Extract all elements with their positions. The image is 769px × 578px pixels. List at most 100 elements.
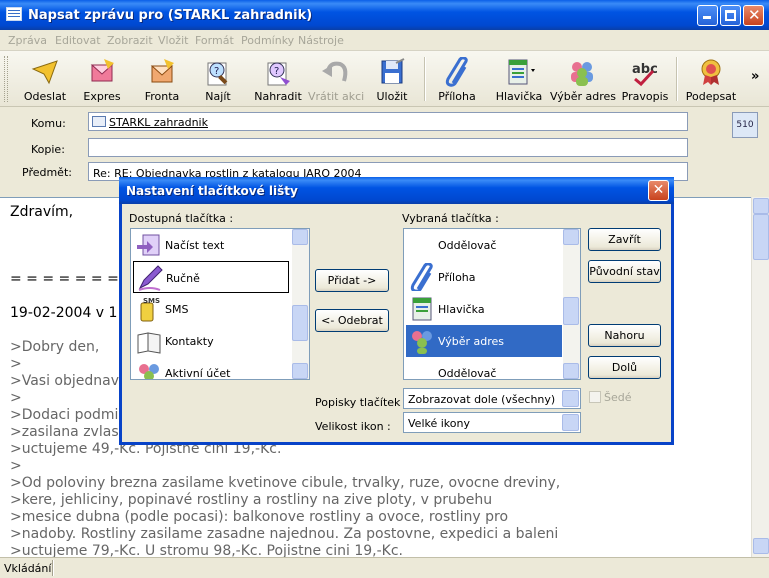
save-icon: [381, 58, 405, 84]
list-item-selected[interactable]: Výběr adres: [406, 325, 562, 357]
menu-item-zprava[interactable]: Zpráva: [8, 34, 47, 47]
menu-item-podminky[interactable]: Podmínky: [241, 34, 294, 47]
load-text-icon: [137, 234, 160, 256]
maximize-button[interactable]: [720, 5, 741, 26]
scroll-down-arrow[interactable]: [753, 538, 769, 554]
list-item[interactable]: SMS SMS: [133, 293, 291, 325]
menu-item-zobrazit[interactable]: Zobrazit: [107, 34, 153, 47]
body-line: >Dodaci podmin: [10, 407, 128, 423]
available-list-scrollbar[interactable]: [292, 229, 309, 379]
selected-buttons-list[interactable]: Oddělovač Příloha Hlavička Výběr adres O…: [403, 228, 581, 380]
body-line: >kere, jehliciny, popinavé rostliny a ro…: [10, 492, 493, 508]
find-icon: ?: [207, 62, 228, 86]
sign-icon: [701, 59, 721, 85]
minimize-button[interactable]: [697, 5, 718, 26]
body-line: >uctujeme 79,-Kc. U stromu 98,-Kc. Pojis…: [10, 543, 403, 557]
list-item[interactable]: Aktivní účet: [133, 357, 291, 379]
scroll-down-arrow[interactable]: [563, 363, 579, 379]
close-dialog-button[interactable]: Zavřít: [588, 228, 661, 251]
default-state-button[interactable]: Původní stav: [588, 260, 661, 283]
find-button[interactable]: ? Najít: [192, 53, 244, 105]
priority-badge[interactable]: 510: [732, 112, 758, 138]
status-text: Vkládání: [4, 562, 52, 575]
body-line: >: [10, 458, 22, 474]
status-divider: [52, 560, 54, 576]
scroll-up-arrow[interactable]: [753, 198, 769, 214]
list-item[interactable]: Oddělovač: [406, 229, 562, 261]
menu-item-editovat[interactable]: Editovat: [55, 34, 101, 47]
save-button[interactable]: Uložit: [366, 53, 418, 105]
body-line: >: [10, 356, 22, 372]
toolbar-more-chevron[interactable]: »: [751, 69, 759, 84]
remove-button[interactable]: <- Odebrat: [315, 309, 389, 332]
attachment-button[interactable]: Příloha: [430, 53, 484, 105]
spellcheck-icon: abc: [632, 62, 658, 87]
menu-item-vlozit[interactable]: Vložit: [158, 34, 188, 47]
dialog-close-button[interactable]: ✕: [648, 180, 669, 201]
move-down-button[interactable]: Dolů: [588, 356, 661, 379]
compose-window-icon: [6, 7, 22, 21]
window-title-bar[interactable]: Napsat zprávu pro (STARKL zahradnik) ✕: [0, 0, 769, 30]
chevron-down-icon[interactable]: [562, 414, 579, 431]
list-item[interactable]: Oddělovač: [406, 357, 562, 379]
menu-item-format[interactable]: Formát: [195, 34, 234, 47]
express-icon: [90, 59, 114, 82]
toolbar-separator: [676, 57, 678, 101]
scroll-thumb[interactable]: [563, 297, 579, 325]
sms-icon: SMS: [140, 297, 160, 322]
toolbar: Odeslat Expres Fronta ? Najít ? Nahradit…: [0, 51, 769, 107]
dialog-title-bar[interactable]: Nastavení tlačítkové lišty ✕: [119, 177, 674, 204]
cc-field[interactable]: [88, 138, 688, 157]
cc-label: Kopie:: [31, 143, 65, 156]
captions-select[interactable]: Zobrazovat dole (všechny): [403, 388, 581, 409]
move-up-button[interactable]: Nahoru: [588, 324, 661, 347]
toolbar-settings-dialog: Nastavení tlačítkové lišty ✕ Dostupná tl…: [119, 177, 674, 445]
to-recipient[interactable]: STARKL zahradnik: [109, 116, 208, 129]
close-button[interactable]: ✕: [743, 5, 764, 26]
scroll-up-arrow[interactable]: [563, 229, 579, 245]
body-line: >zasilana zvlast: [10, 424, 125, 440]
scroll-down-arrow[interactable]: [292, 363, 308, 379]
send-icon: [31, 60, 58, 85]
available-buttons-list[interactable]: Načíst text Ručně SMS SMS Kontakty Aktiv…: [130, 228, 310, 380]
list-item[interactable]: Načíst text: [133, 229, 291, 261]
status-bar: Vkládání: [0, 557, 769, 578]
scroll-up-arrow[interactable]: [292, 229, 308, 245]
list-item[interactable]: Příloha: [406, 261, 562, 293]
scroll-thumb[interactable]: [753, 214, 769, 260]
spellcheck-button[interactable]: abc Pravopis: [616, 53, 674, 105]
queue-button[interactable]: Fronta: [134, 53, 190, 105]
address-select-button[interactable]: Výběr adres: [550, 53, 616, 105]
list-item[interactable]: Hlavička: [406, 293, 562, 325]
gray-checkbox[interactable]: [589, 391, 601, 403]
contacts-icon: [137, 332, 161, 354]
undo-button[interactable]: Vrátit akci: [308, 53, 364, 105]
selected-list-scrollbar[interactable]: [563, 229, 580, 379]
active-account-icon: [139, 364, 159, 379]
scroll-thumb[interactable]: [292, 305, 308, 341]
express-button[interactable]: Expres: [74, 53, 130, 105]
header-button[interactable]: Hlavička: [490, 53, 548, 105]
menu-bar: Zpráva Editovat Zobrazit Vložit Formát P…: [0, 30, 769, 51]
replace-button[interactable]: ? Nahradit: [250, 53, 306, 105]
address-book-icon: [412, 331, 432, 354]
body-line: >Od poloviny brezna zasilame kvetinove c…: [10, 475, 561, 491]
sign-button[interactable]: Podepsat: [682, 53, 740, 105]
list-item[interactable]: Ručně: [133, 261, 289, 293]
list-item[interactable]: Kontakty: [133, 325, 291, 357]
subject-label: Předmět:: [22, 166, 72, 179]
chevron-down-icon[interactable]: [562, 390, 579, 407]
body-scrollbar[interactable]: [751, 197, 769, 557]
svg-text:?: ?: [274, 66, 279, 77]
undo-icon: [322, 61, 348, 82]
to-field[interactable]: STARKL zahradnik: [88, 112, 688, 131]
available-buttons-label: Dostupná tlačítka :: [129, 212, 234, 225]
contact-card-icon: [92, 116, 106, 127]
toolbar-grip[interactable]: [4, 56, 8, 102]
send-button[interactable]: Odeslat: [14, 53, 76, 105]
icon-size-select[interactable]: Velké ikony: [403, 412, 581, 433]
add-button[interactable]: Přidat ->: [315, 269, 389, 292]
menu-item-nastroje[interactable]: Nástroje: [298, 34, 344, 47]
toolbar-separator: [424, 57, 426, 101]
body-line: >: [10, 390, 22, 406]
